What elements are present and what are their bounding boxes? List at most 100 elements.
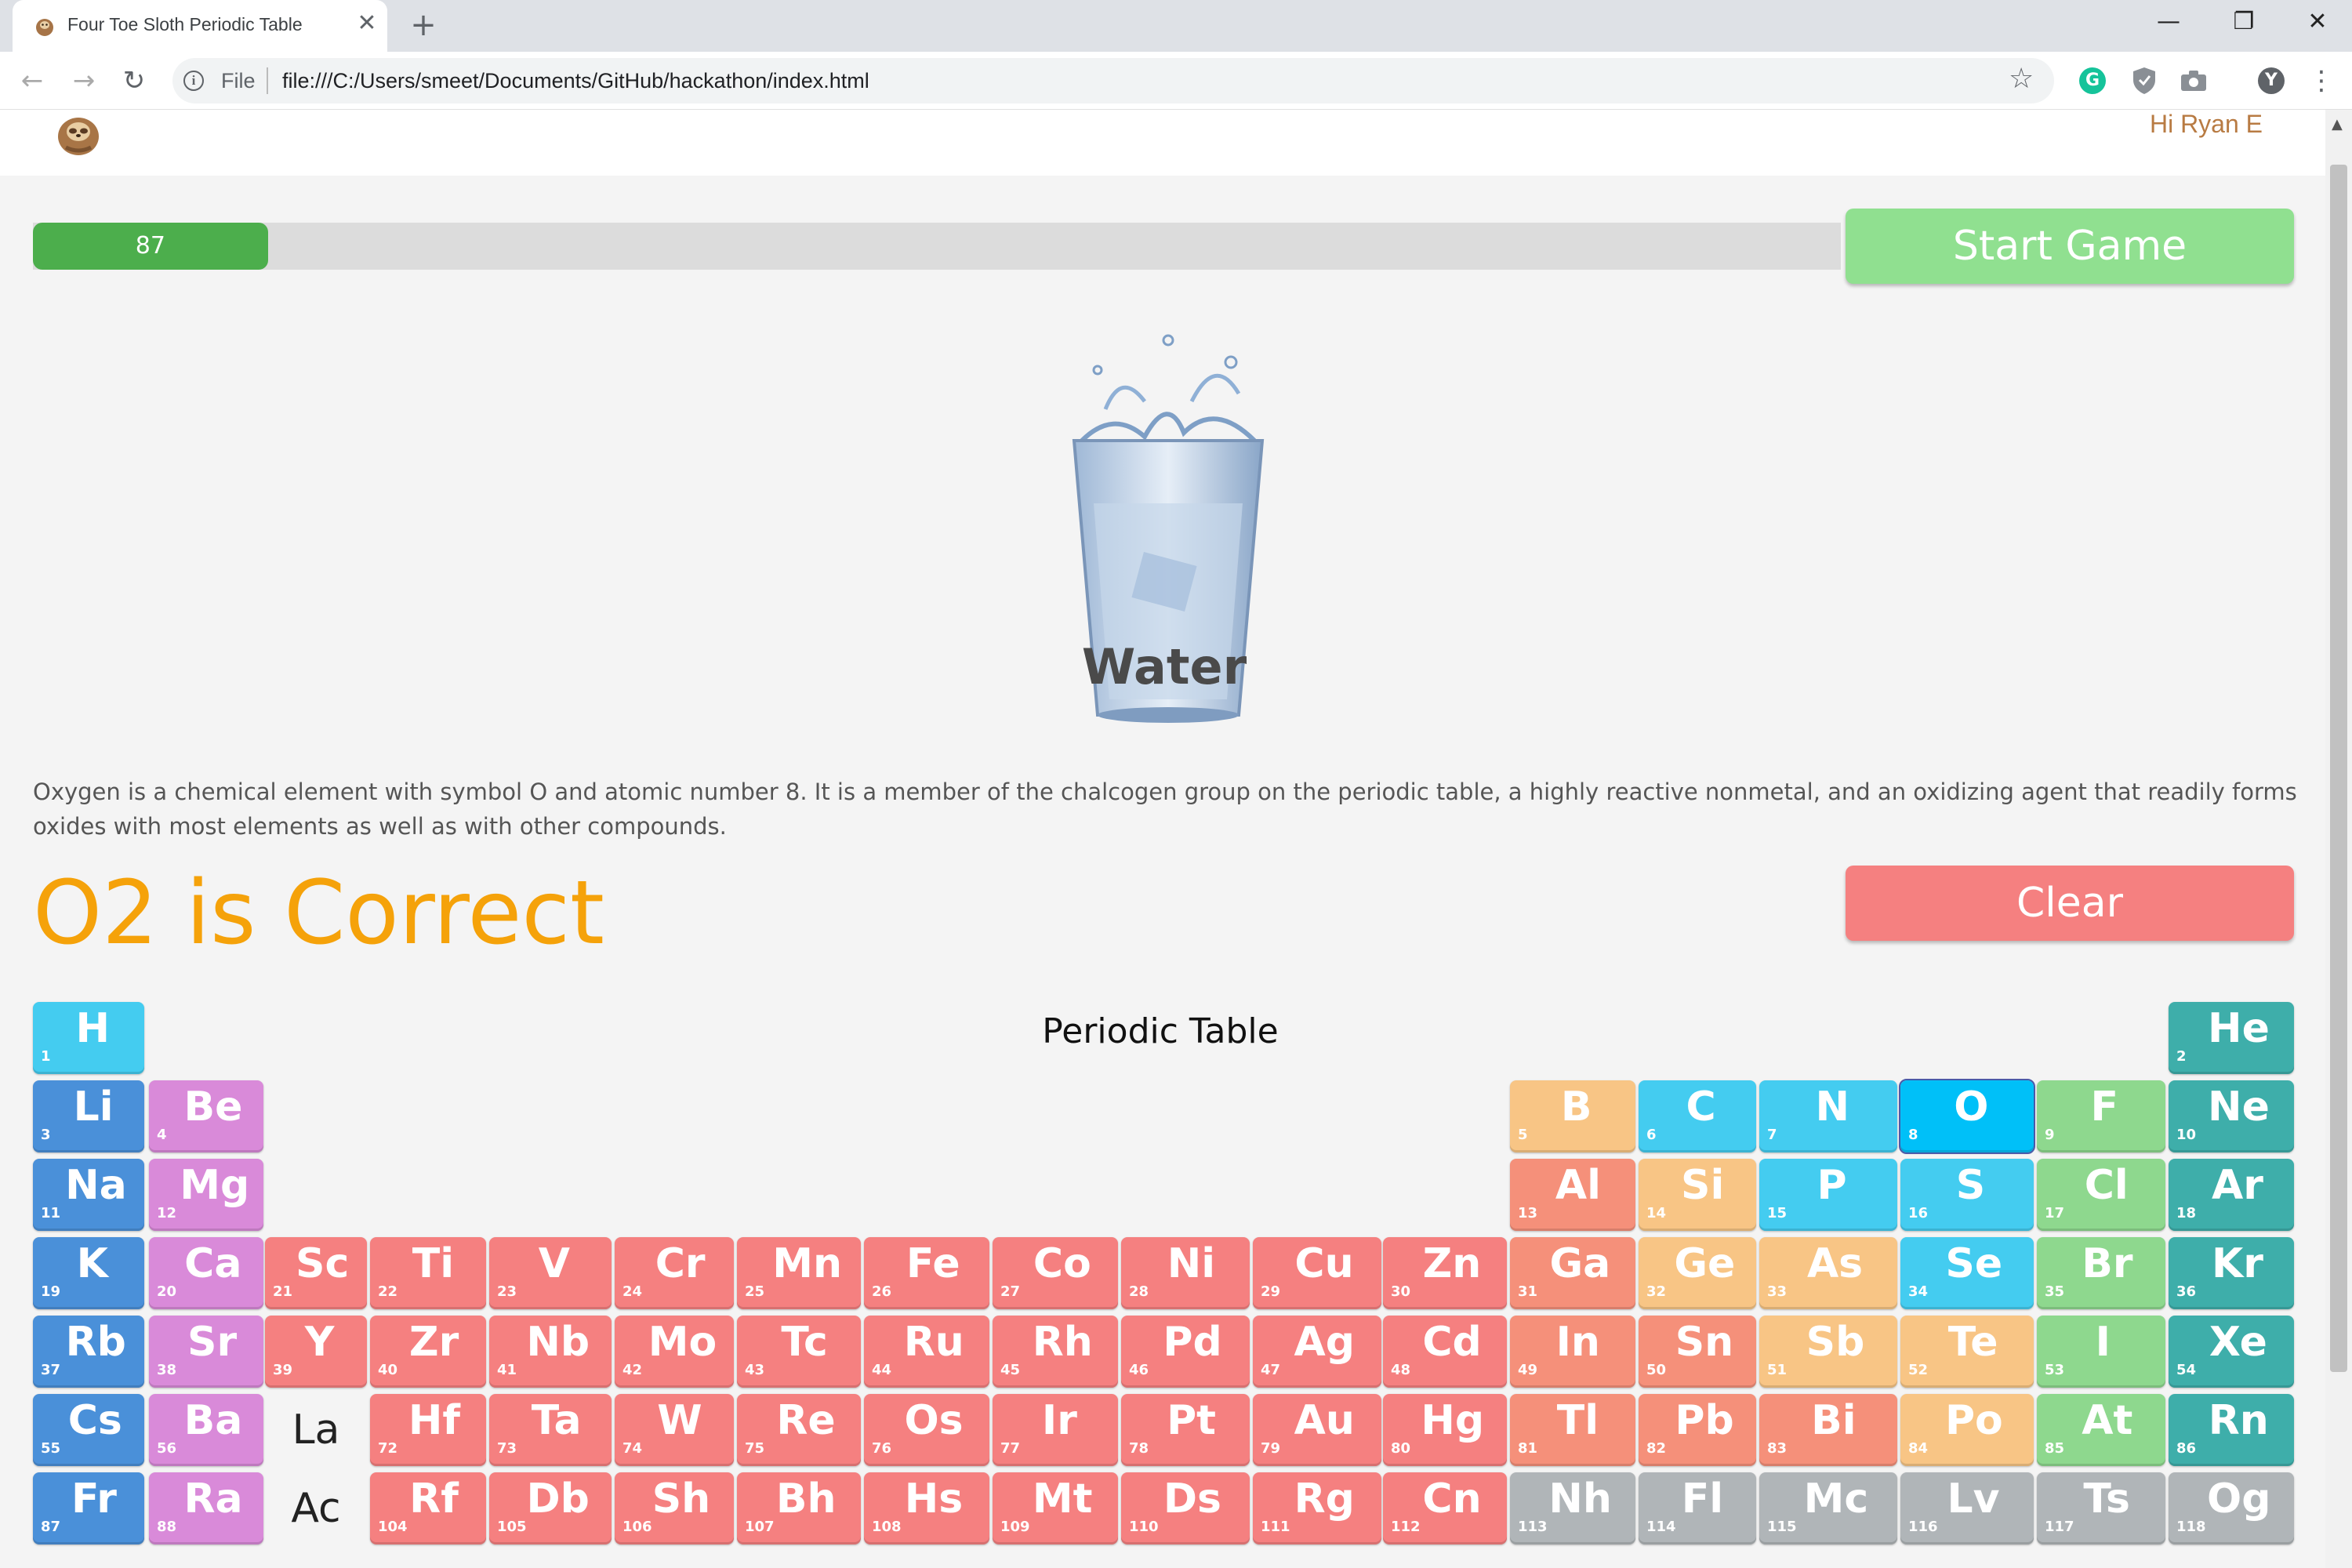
element-tile-he[interactable]: 2 He [2169,1002,2294,1074]
element-tile-sb[interactable]: 51 Sb [1759,1316,1897,1388]
element-tile-hg[interactable]: 80 Hg [1383,1394,1507,1466]
element-tile-mc[interactable]: 115 Mc [1759,1472,1897,1544]
element-tile-al[interactable]: 13 Al [1510,1159,1635,1231]
element-tile-p[interactable]: 15 P [1759,1159,1897,1231]
element-tile-cs[interactable]: 55 Cs [33,1394,144,1466]
scrollbar-thumb[interactable] [2330,165,2347,1372]
element-tile-sc[interactable]: 21 Sc [265,1237,367,1309]
element-tile-au[interactable]: 79 Au [1253,1394,1381,1466]
element-tile-te[interactable]: 52 Te [1900,1316,2034,1388]
element-tile-re[interactable]: 75 Re [737,1394,861,1466]
element-tile-ti[interactable]: 22 Ti [370,1237,486,1309]
browser-menu-icon[interactable]: ⋮ [2303,63,2339,99]
element-tile-ta[interactable]: 73 Ta [489,1394,612,1466]
element-tile-fl[interactable]: 114 Fl [1639,1472,1756,1544]
new-tab-button[interactable]: + [406,8,441,42]
element-tile-nb[interactable]: 41 Nb [489,1316,612,1388]
element-tile-at[interactable]: 85 At [2037,1394,2165,1466]
url-text[interactable]: file:///C:/Users/smeet/Documents/GitHub/… [282,69,869,93]
element-tile-hs[interactable]: 108 Hs [864,1472,989,1544]
element-tile-pb[interactable]: 82 Pb [1639,1394,1756,1466]
profile-avatar-icon[interactable]: Y [2258,67,2285,94]
element-tile-cr[interactable]: 24 Cr [615,1237,734,1309]
element-tile-ir[interactable]: 77 Ir [993,1394,1118,1466]
element-tile-pd[interactable]: 46 Pd [1121,1316,1250,1388]
element-tile-pt[interactable]: 78 Pt [1121,1394,1250,1466]
element-tile-os[interactable]: 76 Os [864,1394,989,1466]
element-tile-mt[interactable]: 109 Mt [993,1472,1118,1544]
element-tile-s[interactable]: 16 S [1900,1159,2034,1231]
minimize-button[interactable]: — [2145,5,2192,39]
element-tile-xe[interactable]: 54 Xe [2169,1316,2294,1388]
element-tile-na[interactable]: 11 Na [33,1159,144,1231]
sloth-logo-icon[interactable] [53,110,103,157]
element-tile-v[interactable]: 23 V [489,1237,612,1309]
forward-button[interactable]: → [66,63,102,99]
element-tile-mg[interactable]: 12 Mg [149,1159,263,1231]
element-tile-cl[interactable]: 17 Cl [2037,1159,2165,1231]
element-tile-si[interactable]: 14 Si [1639,1159,1756,1231]
start-game-button[interactable]: Start Game [1846,209,2294,284]
element-tile-as[interactable]: 33 As [1759,1237,1897,1309]
element-tile-li[interactable]: 3 Li [33,1080,144,1152]
element-tile-ge[interactable]: 32 Ge [1639,1237,1756,1309]
element-tile-rg[interactable]: 111 Rg [1253,1472,1381,1544]
element-tile-hf[interactable]: 72 Hf [370,1394,486,1466]
element-tile-sh[interactable]: 106 Sh [615,1472,734,1544]
element-tile-h[interactable]: 1H [33,1002,144,1074]
element-tile-ag[interactable]: 47 Ag [1253,1316,1381,1388]
element-tile-co[interactable]: 27 Co [993,1237,1118,1309]
shield-extension-icon[interactable] [2131,66,2158,96]
element-tile-ru[interactable]: 44 Ru [864,1316,989,1388]
element-tile-br[interactable]: 35 Br [2037,1237,2165,1309]
element-tile-rn[interactable]: 86 Rn [2169,1394,2294,1466]
element-tile-ba[interactable]: 56 Ba [149,1394,263,1466]
element-tile-zn[interactable]: 30 Zn [1383,1237,1507,1309]
element-tile-c[interactable]: 6C [1639,1080,1756,1152]
element-tile-zr[interactable]: 40 Zr [370,1316,486,1388]
element-tile-ga[interactable]: 31 Ga [1510,1237,1635,1309]
element-tile-se[interactable]: 34 Se [1900,1237,2034,1309]
element-tile-mn[interactable]: 25 Mn [737,1237,861,1309]
tab-close-icon[interactable]: ✕ [353,9,381,38]
element-tile-fr[interactable]: 87 Fr [33,1472,144,1544]
browser-tab[interactable]: Four Toe Sloth Periodic Table ✕ [13,0,387,52]
reload-button[interactable]: ↻ [116,63,152,99]
element-tile-ts[interactable]: 117 Ts [2037,1472,2165,1544]
camera-extension-icon[interactable] [2180,69,2208,93]
element-tile-ne[interactable]: 10 Ne [2169,1080,2294,1152]
element-tile-cd[interactable]: 48 Cd [1383,1316,1507,1388]
element-tile-ar[interactable]: 18 Ar [2169,1159,2294,1231]
element-tile-sn[interactable]: 50 Sn [1639,1316,1756,1388]
element-tile-ni[interactable]: 28 Ni [1121,1237,1250,1309]
element-tile-lv[interactable]: 116 Lv [1900,1472,2034,1544]
close-window-button[interactable]: ✕ [2294,5,2341,39]
element-tile-in[interactable]: 49 In [1510,1316,1635,1388]
element-tile-cn[interactable]: 112 Cn [1383,1472,1507,1544]
user-greeting[interactable]: Hi Ryan E [2150,110,2263,139]
element-tile-ds[interactable]: 110 Ds [1121,1472,1250,1544]
back-button[interactable]: ← [14,63,50,99]
element-tile-nh[interactable]: 113 Nh [1510,1472,1635,1544]
element-tile-kr[interactable]: 36 Kr [2169,1237,2294,1309]
element-tile-b[interactable]: 5B [1510,1080,1635,1152]
clear-button[interactable]: Clear [1846,866,2294,941]
element-tile-f[interactable]: 9F [2037,1080,2165,1152]
site-info-icon[interactable]: i [183,71,204,91]
element-tile-ca[interactable]: 20 Ca [149,1237,263,1309]
element-tile-sr[interactable]: 38 Sr [149,1316,263,1388]
scroll-up-arrow-icon[interactable]: ▲ [2332,116,2343,132]
element-tile-k[interactable]: 19 K [33,1237,144,1309]
element-tile-db[interactable]: 105 Db [489,1472,612,1544]
element-tile-bi[interactable]: 83 Bi [1759,1394,1897,1466]
restore-button[interactable]: ❐ [2220,5,2267,39]
element-tile-cu[interactable]: 29 Cu [1253,1237,1381,1309]
bookmark-star-icon[interactable]: ☆ [2009,63,2034,95]
element-tile-n[interactable]: 7N [1759,1080,1897,1152]
element-tile-w[interactable]: 74 W [615,1394,734,1466]
element-tile-i[interactable]: 53 I [2037,1316,2165,1388]
element-tile-ra[interactable]: 88 Ra [149,1472,263,1544]
element-tile-y[interactable]: 39 Y [265,1316,367,1388]
element-tile-mo[interactable]: 42 Mo [615,1316,734,1388]
element-tile-rh[interactable]: 45 Rh [993,1316,1118,1388]
